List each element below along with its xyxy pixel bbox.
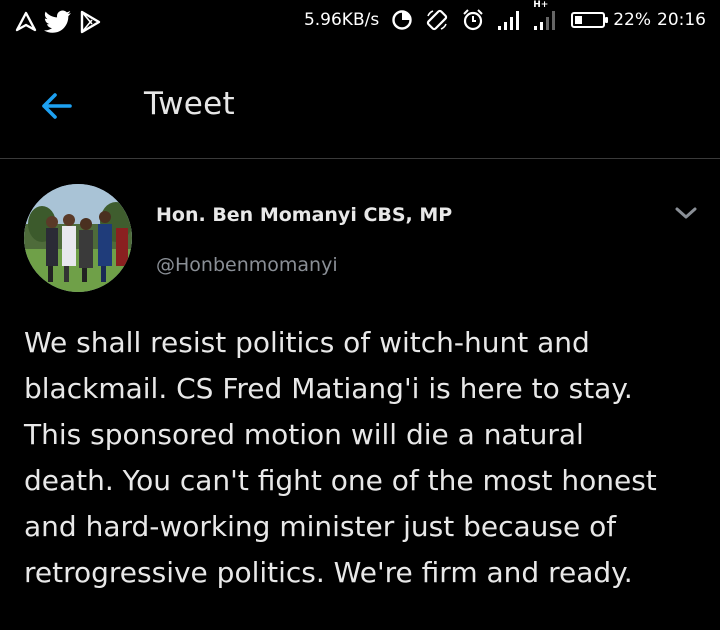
display-name[interactable]: Hon. Ben Momanyi CBS, MP (156, 204, 452, 226)
page-title: Tweet (144, 86, 235, 122)
user-handle[interactable]: @Honbenmomanyi (156, 254, 338, 276)
navigation-icon (14, 10, 38, 34)
play-store-icon (78, 10, 102, 34)
status-right: 5.96KB/s H+ 22% 20:16 (303, 0, 706, 32)
twitter-bird-icon (44, 10, 72, 34)
chevron-down-icon (674, 205, 698, 225)
rotate-icon (425, 8, 449, 32)
arrow-left-icon (36, 86, 76, 130)
alarm-icon (461, 8, 485, 32)
battery-fill (575, 16, 582, 24)
signal-2-icon: H+ (533, 0, 559, 31)
back-button[interactable] (32, 84, 80, 132)
battery-percent: 22% (613, 10, 651, 30)
battery-icon (571, 12, 609, 28)
tweet-text: We shall resist politics of witch-hunt a… (24, 326, 657, 589)
app-header: Tweet (0, 60, 720, 159)
tweet-header: Hon. Ben Momanyi CBS, MP @Honbenmomanyi (0, 160, 720, 310)
status-left-icons (14, 10, 102, 34)
clock: 20:16 (657, 10, 706, 30)
tweet-options-button[interactable] (668, 200, 704, 230)
signal-icon (497, 9, 521, 31)
net-speed: 5.96KB/s (303, 10, 380, 30)
avatar[interactable] (24, 184, 132, 292)
data-saver-icon (391, 9, 413, 31)
network-type-label: H+ (533, 0, 549, 10)
status-bar: 5.96KB/s H+ 22% 20:16 (0, 0, 720, 50)
